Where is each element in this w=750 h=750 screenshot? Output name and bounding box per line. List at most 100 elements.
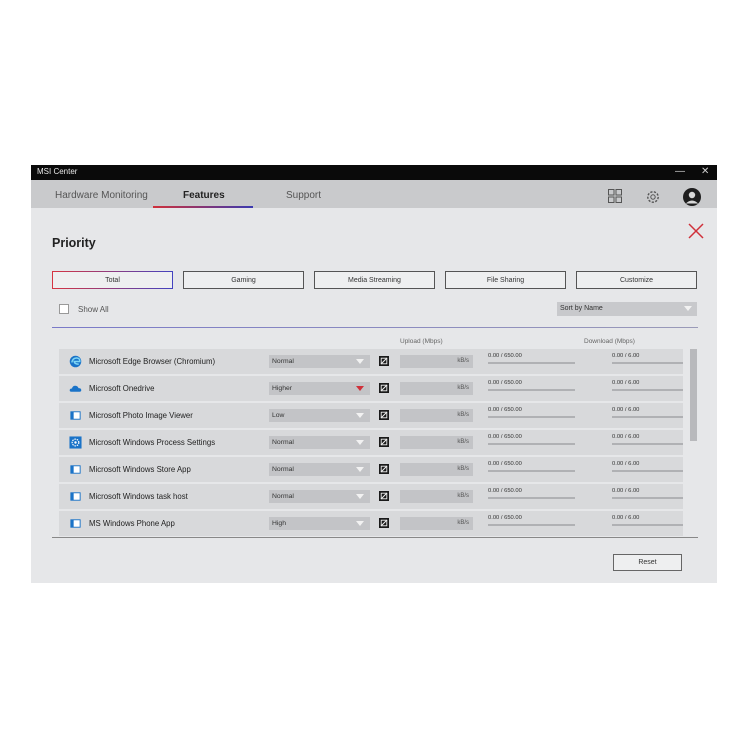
- upload-bar: [488, 389, 575, 391]
- download-meter: 0.00 / 6.00: [612, 434, 683, 445]
- download-value: 0.00 / 6.00: [612, 515, 640, 521]
- priority-dropdown[interactable]: Normal: [269, 436, 370, 449]
- filter-gaming-button[interactable]: Gaming: [183, 271, 304, 289]
- show-all-label: Show All: [78, 305, 109, 314]
- upload-limit-input[interactable]: kB/s: [400, 409, 473, 422]
- upload-bar: [488, 416, 575, 418]
- list-bottom-divider: [52, 537, 698, 538]
- apps-grid-icon[interactable]: [608, 189, 622, 203]
- priority-dropdown[interactable]: Low: [269, 409, 370, 422]
- tab-support[interactable]: Support: [286, 190, 321, 201]
- priority-value: Normal: [272, 493, 294, 500]
- upload-bar: [488, 497, 575, 499]
- download-value: 0.00 / 6.00: [612, 488, 640, 494]
- limit-toggle-icon[interactable]: [379, 437, 389, 447]
- download-bar: [612, 524, 683, 526]
- upload-value: 0.00 / 650.00: [488, 461, 522, 467]
- download-bar: [612, 389, 683, 391]
- priority-value: Normal: [272, 358, 294, 365]
- chevron-down-icon: [356, 467, 364, 472]
- limit-toggle-icon[interactable]: [379, 464, 389, 474]
- limit-toggle-icon[interactable]: [379, 356, 389, 366]
- download-value: 0.00 / 6.00: [612, 461, 640, 467]
- upload-meter: 0.00 / 650.00: [488, 488, 575, 499]
- tab-hardware-monitoring[interactable]: Hardware Monitoring: [55, 190, 148, 201]
- upload-value: 0.00 / 650.00: [488, 488, 522, 494]
- filter-total-button[interactable]: Total: [52, 271, 173, 289]
- priority-dropdown[interactable]: Higher: [269, 382, 370, 395]
- minimize-button[interactable]: —: [675, 166, 685, 178]
- priority-value: High: [272, 520, 286, 527]
- list-item: Microsoft Windows task host Normal kB/s …: [59, 484, 683, 509]
- upload-meter: 0.00 / 650.00: [488, 407, 575, 418]
- filter-customize-button[interactable]: Customize: [576, 271, 697, 289]
- sort-value: Sort by Name: [560, 305, 603, 312]
- priority-value: Normal: [272, 466, 294, 473]
- user-avatar-icon[interactable]: [683, 188, 701, 206]
- show-all-checkbox[interactable]: [59, 304, 69, 314]
- upload-limit-input[interactable]: kB/s: [400, 490, 473, 503]
- app-window-icon: [70, 519, 81, 528]
- upload-meter: 0.00 / 650.00: [488, 515, 575, 526]
- download-meter: 0.00 / 6.00: [612, 407, 683, 418]
- filter-media-streaming-button[interactable]: Media Streaming: [314, 271, 435, 289]
- limit-toggle-icon[interactable]: [379, 518, 389, 528]
- title-bar: MSI Center — ✕: [31, 165, 717, 180]
- chevron-down-icon: [684, 306, 692, 311]
- priority-dropdown[interactable]: Normal: [269, 355, 370, 368]
- list-item: Microsoft Windows Store App Normal kB/s …: [59, 457, 683, 482]
- app-window-icon: [70, 492, 81, 501]
- upload-meter: 0.00 / 650.00: [488, 461, 575, 472]
- priority-dropdown[interactable]: Normal: [269, 463, 370, 476]
- close-icon[interactable]: [687, 222, 705, 240]
- settings-gear-icon: [69, 436, 82, 449]
- priority-dropdown[interactable]: High: [269, 517, 370, 530]
- list-item: Microsoft Onedrive Higher kB/s 0.00 / 65…: [59, 376, 683, 401]
- upload-bar: [488, 443, 575, 445]
- download-value: 0.00 / 6.00: [612, 434, 640, 440]
- download-column-header: Download (Mbps): [584, 338, 635, 345]
- app-window-icon: [70, 411, 81, 420]
- app-name: MS Windows Phone App: [89, 519, 175, 528]
- limit-toggle-icon[interactable]: [379, 491, 389, 501]
- chevron-down-icon: [356, 386, 364, 391]
- download-bar: [612, 416, 683, 418]
- page-title: Priority: [52, 236, 96, 250]
- chevron-down-icon: [356, 521, 364, 526]
- chevron-down-icon: [356, 413, 364, 418]
- upload-limit-input[interactable]: kB/s: [400, 382, 473, 395]
- download-value: 0.00 / 6.00: [612, 380, 640, 386]
- download-bar: [612, 362, 683, 364]
- download-value: 0.00 / 6.00: [612, 407, 640, 413]
- app-window-icon: [70, 465, 81, 474]
- upload-limit-input[interactable]: kB/s: [400, 463, 473, 476]
- gear-icon[interactable]: [645, 189, 661, 205]
- upload-value: 0.00 / 650.00: [488, 380, 522, 386]
- app-list: Microsoft Edge Browser (Chromium) Normal…: [59, 349, 683, 537]
- filter-file-sharing-button[interactable]: File Sharing: [445, 271, 566, 289]
- priority-dropdown[interactable]: Normal: [269, 490, 370, 503]
- limit-toggle-icon[interactable]: [379, 383, 389, 393]
- list-scrollbar[interactable]: [690, 349, 697, 441]
- reset-button[interactable]: Reset: [613, 554, 682, 571]
- tab-features[interactable]: Features: [183, 190, 225, 201]
- close-window-button[interactable]: ✕: [701, 166, 709, 178]
- sort-dropdown[interactable]: Sort by Name: [557, 302, 697, 316]
- upload-limit-input[interactable]: kB/s: [400, 436, 473, 449]
- download-meter: 0.00 / 6.00: [612, 353, 683, 364]
- edge-icon: [69, 355, 82, 368]
- download-meter: 0.00 / 6.00: [612, 515, 683, 526]
- upload-limit-input[interactable]: kB/s: [400, 517, 473, 530]
- list-item: Microsoft Windows Process Settings Norma…: [59, 430, 683, 455]
- download-bar: [612, 497, 683, 499]
- download-meter: 0.00 / 6.00: [612, 380, 683, 391]
- upload-limit-input[interactable]: kB/s: [400, 355, 473, 368]
- download-bar: [612, 443, 683, 445]
- limit-toggle-icon[interactable]: [379, 410, 389, 420]
- upload-meter: 0.00 / 650.00: [488, 434, 575, 445]
- onedrive-cloud-icon: [69, 385, 82, 392]
- list-item: Microsoft Edge Browser (Chromium) Normal…: [59, 349, 683, 374]
- list-item: Microsoft Photo Image Viewer Low kB/s 0.…: [59, 403, 683, 428]
- app-name: Microsoft Photo Image Viewer: [89, 411, 193, 420]
- upload-meter: 0.00 / 650.00: [488, 380, 575, 391]
